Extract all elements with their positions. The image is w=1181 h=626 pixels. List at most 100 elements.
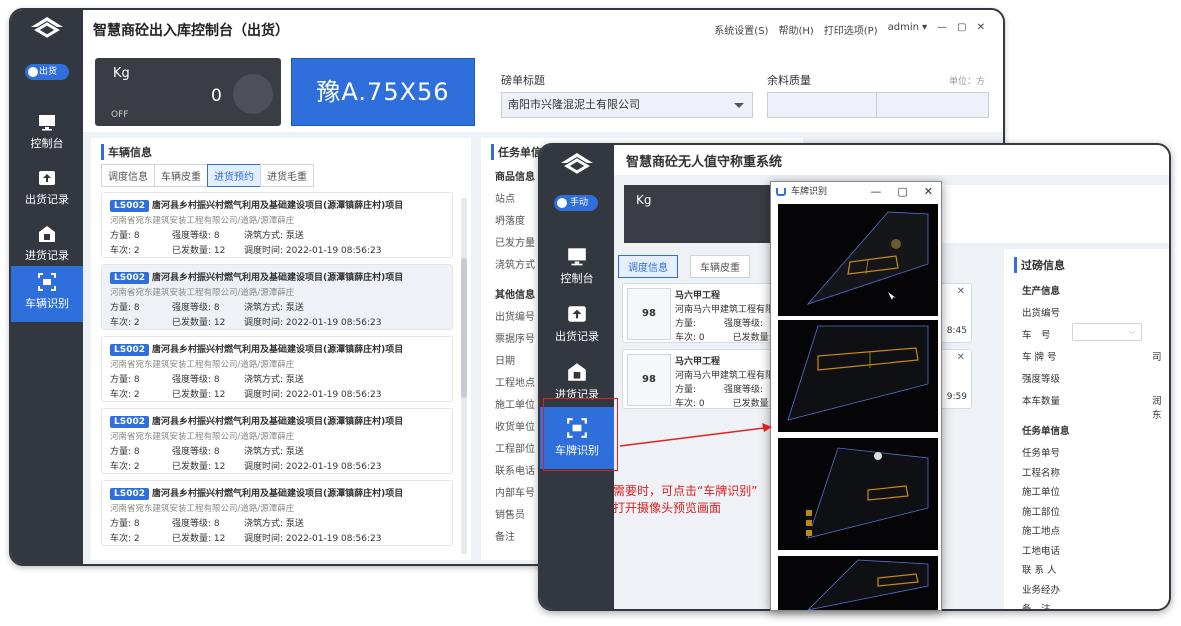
sidebar: 出货 控制台 出货记录 进货记录 车辆识别: [11, 10, 83, 564]
card-row: 车次: 2 已发数量: 12 调度时间: 2022-01-19 08:56:23: [110, 459, 444, 472]
tab-gross[interactable]: 进货毛重: [260, 164, 314, 187]
tab-inbound-booking[interactable]: 进货预约: [207, 164, 261, 187]
card-sent: 已发数量: 12: [172, 390, 226, 400]
card-sent: 已发数量:: [732, 399, 772, 409]
task-field-label: 业务经办: [1022, 584, 1061, 596]
card-strength: 强度等级: 8: [172, 519, 220, 529]
close-button[interactable]: ✕: [924, 182, 933, 202]
card-company: 河南省宛东建筑安装工程有限公司/道路/源潭薛庄: [110, 216, 295, 226]
task-field-label: 工程部位: [495, 444, 535, 455]
camera-feed-2: [778, 320, 938, 432]
maximize-button[interactable]: ▢: [897, 182, 907, 202]
card-pour: 浇筑方式: 泵送: [244, 231, 304, 241]
toggle-knob: [557, 198, 567, 208]
mode-toggle-label: 手动: [570, 198, 589, 208]
card-row: 方量: 8 强度等级: 8 浇筑方式: 泵送: [110, 516, 444, 529]
menu-settings[interactable]: 系统设置(S): [714, 22, 768, 37]
popup-title: 车牌识别: [791, 187, 828, 197]
mode-toggle-label: 出货: [39, 67, 58, 77]
field-quantity: 本车数量: [1022, 396, 1061, 407]
dispatch-card[interactable]: LS002 唐河县乡村振兴村燃气利用及基础建设项目(源潭镇薛庄村)项目 河南省宛东建…: [101, 408, 453, 474]
field-plate-no: 车 牌 号: [1022, 352, 1057, 363]
card-row: 车次: 2 已发数量: 12 调度时间: 2022-01-19 08:56:23: [110, 387, 444, 400]
scale-unit: Kg: [113, 66, 130, 81]
card-company: 河南省宛东建筑安装工程有限公司/道路/源潭薛庄: [110, 432, 295, 442]
dispatch-card[interactable]: LS002 唐河县乡村振兴村燃气利用及基础建设项目(源潭镇薛庄村)项目 河南省宛东建…: [101, 264, 453, 330]
card-title: 唐河县乡村振兴村燃气利用及基础建设项目(源潭镇薛庄村)项目: [152, 201, 404, 211]
annotation-note: 需要时，可点击“车牌识别” 打开摄像头预览画面: [613, 483, 757, 517]
production-title: 生产信息: [1022, 286, 1061, 297]
card-badge: LS002: [110, 272, 150, 284]
card-row: 方量: 8 强度等级: 8 浇筑方式: 泵送: [110, 444, 444, 457]
tab-tare[interactable]: 车辆皮重: [690, 255, 750, 278]
scale-display: Kg: [624, 185, 794, 243]
mode-toggle[interactable]: 出货: [25, 64, 69, 80]
menu-print[interactable]: 打印选项(P): [824, 22, 878, 37]
card-sent: 已发数量: 12: [172, 318, 226, 328]
card-volume: 方量:: [675, 319, 697, 329]
scrollbar[interactable]: [461, 198, 467, 554]
tab-dispatch[interactable]: 调度信息: [101, 164, 155, 187]
remaining-input[interactable]: [767, 92, 989, 118]
card-time: 调度时间: 2022-01-19 08:56:23: [244, 318, 382, 328]
card-trips: 车次: 2: [110, 462, 140, 472]
nav-outbound-records[interactable]: 出货记录: [540, 297, 614, 355]
chevron-down-icon: ⌵: [1128, 327, 1135, 336]
mode-toggle[interactable]: 手动: [554, 195, 598, 211]
dispatch-card-list: LS002 唐河县乡村振兴村燃气利用及基础建设项目(源潭镇薛庄村)项目 河南省宛东建…: [101, 192, 463, 558]
tab-tare[interactable]: 车辆皮重: [154, 164, 208, 187]
nav-outbound-records[interactable]: 出货记录: [11, 162, 83, 218]
card-pour: 浇筑方式: 泵送: [244, 447, 304, 457]
minimize-button[interactable]: —: [937, 22, 947, 37]
task-field-label: 工地电话: [1022, 545, 1061, 557]
task-field-label: 联系电话: [495, 466, 535, 477]
camera-feed-4: [778, 556, 938, 610]
minimize-button[interactable]: —: [870, 182, 881, 202]
nav-outbound-label: 出货记录: [25, 193, 69, 206]
task-panel-title: 任务单信: [491, 144, 542, 160]
scrollbar-thumb[interactable]: [461, 258, 467, 398]
close-icon[interactable]: ✕: [957, 352, 965, 363]
task-field-label: 工程地点: [495, 378, 535, 389]
card-row: 方量: 8 强度等级: 8 浇筑方式: 泵送: [110, 300, 444, 313]
camera-feed-3: [778, 438, 938, 550]
front-tabs: 调度信息 车辆皮重: [618, 255, 762, 278]
dispatch-card[interactable]: LS002 唐河县乡村振兴村燃气利用及基础建设项目(源潭镇薛庄村)项目河南省宛东建…: [101, 480, 453, 546]
bill-title-select[interactable]: 南阳市兴隆混泥土有限公司: [501, 92, 753, 118]
card-badge: LS002: [110, 488, 150, 500]
card-time: 8:45: [946, 326, 967, 336]
task-field-label: 施工部位: [1022, 506, 1061, 518]
maximize-button[interactable]: ▢: [957, 22, 966, 37]
card-pour: 浇筑方式: 泵送: [244, 375, 304, 385]
bill-title-label: 磅单标题: [501, 74, 545, 87]
card-company: 河南省宛东建筑安装工程有限公司/道路/源潭薛庄: [110, 504, 295, 514]
popup-title-bar: 车牌识别 — ▢ ✕: [771, 182, 941, 202]
card-volume: 方量:: [675, 385, 697, 395]
card-strength: 强度等级: 8: [172, 375, 220, 385]
task-field-label: 销售员: [495, 510, 525, 521]
nav-vehicle-recognition[interactable]: 车辆识别: [11, 266, 83, 322]
close-icon[interactable]: ✕: [957, 286, 965, 297]
tab-dispatch[interactable]: 调度信息: [618, 255, 678, 278]
nav-console[interactable]: 控制台: [11, 106, 83, 162]
task-title: 任务单信息: [1022, 426, 1070, 437]
card-sent: 已发数量: 12: [172, 246, 226, 256]
license-plate-display: 豫A.75X56: [291, 58, 475, 126]
menu-help[interactable]: 帮助(H): [778, 22, 813, 37]
annotation-line-1: 需要时，可点击“车牌识别”: [613, 484, 758, 498]
task-field-label: 内部车号: [495, 488, 535, 499]
dispatch-card[interactable]: LS002 唐河县乡村振兴村燃气利用及基础建设项目(源潭镇薛庄村)项目 河南省宛东建…: [101, 192, 453, 258]
menu-user[interactable]: admin ▾: [888, 22, 928, 37]
nav-console[interactable]: 控制台: [540, 239, 614, 297]
dispatch-card[interactable]: LS002 唐河县乡村振兴村燃气利用及基础建设项目(源潭镇薛庄村)项目 河南省宛东建…: [101, 336, 453, 402]
card-volume-row: 方量: 强度等级:: [675, 382, 763, 395]
close-button[interactable]: ✕: [977, 22, 985, 37]
dial-icon: [233, 74, 273, 114]
card-volume-row: 方量: 强度等级:: [675, 316, 763, 329]
card-volume: 方量: 8: [110, 447, 140, 457]
card-title: 唐河县乡村振兴村燃气利用及基础建设项目(源潭镇薛庄村)项目: [152, 489, 404, 499]
vehicle-no-select[interactable]: ⌵: [1072, 323, 1142, 341]
card-trips: 车次: 2: [110, 534, 140, 544]
app-icon: [776, 188, 786, 196]
card-pour: 浇筑方式: 泵送: [244, 519, 304, 529]
